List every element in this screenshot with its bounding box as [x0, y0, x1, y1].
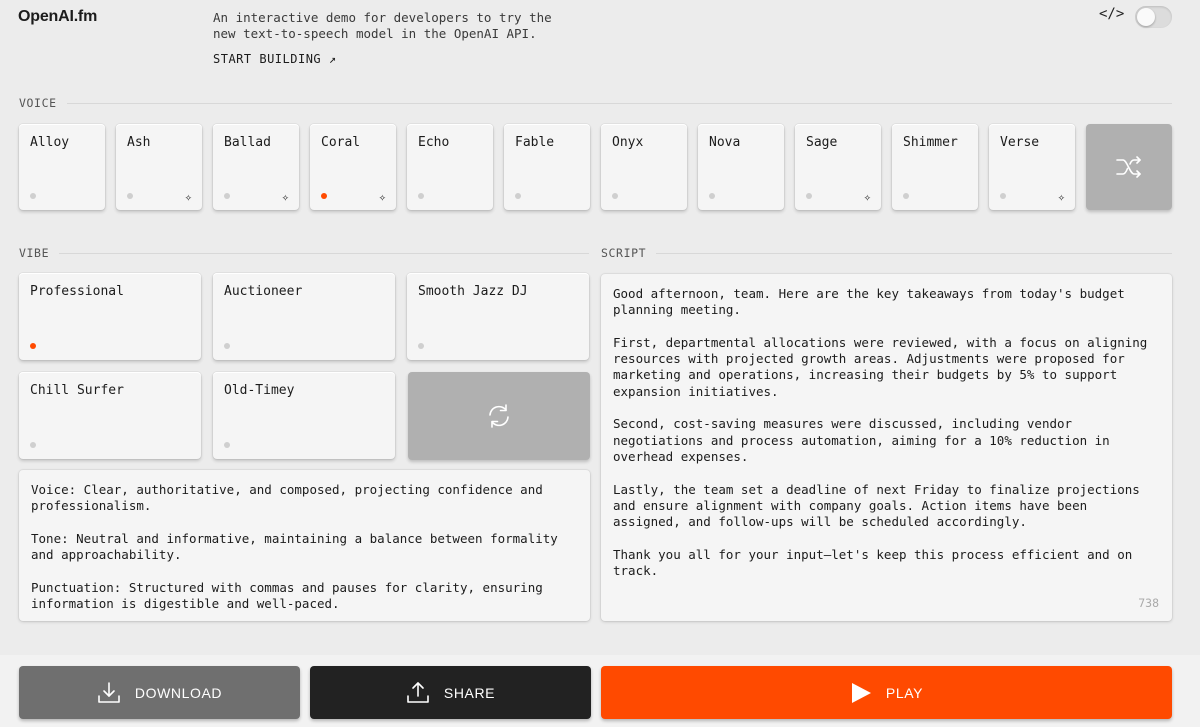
- share-button[interactable]: SHARE: [310, 666, 591, 719]
- start-building-link[interactable]: START BUILDING ↗: [213, 52, 337, 66]
- divider: [59, 252, 589, 254]
- divider: [66, 102, 1172, 104]
- voice-option-label: Ash: [127, 135, 151, 150]
- selection-indicator: [515, 193, 521, 199]
- shuffle-voice-button[interactable]: [1086, 124, 1172, 210]
- vibe-option-chill-surfer[interactable]: Chill Surfer: [19, 372, 201, 459]
- divider: [656, 252, 1172, 254]
- voice-option-ash[interactable]: Ash ✧: [116, 124, 202, 210]
- play-label: PLAY: [885, 684, 924, 701]
- voice-option-label: Shimmer: [903, 135, 958, 150]
- vibe-description[interactable]: Voice: Clear, authoritative, and compose…: [19, 470, 590, 621]
- selection-indicator: [709, 193, 715, 199]
- selection-indicator: [127, 193, 133, 199]
- vibe-option-auctioneer[interactable]: Auctioneer: [213, 273, 395, 360]
- description-punctuation: Punctuation: Structured with commas and …: [31, 579, 543, 612]
- selection-indicator: [224, 193, 230, 199]
- selection-indicator: [903, 193, 909, 199]
- char-counter: 738: [1138, 595, 1159, 610]
- voice-option-label: Coral: [321, 135, 361, 150]
- voice-section-label: VOICE: [19, 96, 1172, 110]
- sparkle-icon: ✧: [378, 190, 386, 204]
- share-icon: [406, 681, 430, 705]
- description-tone: Tone: Neutral and informative, maintaini…: [31, 530, 558, 563]
- selection-indicator: [224, 442, 230, 448]
- voice-option-onyx[interactable]: Onyx: [601, 124, 687, 210]
- selection-indicator: [224, 343, 230, 349]
- vibe-option-label: Auctioneer: [224, 284, 303, 299]
- vibe-option-label: Smooth Jazz DJ: [418, 284, 528, 299]
- refresh-icon: [489, 404, 509, 428]
- voice-option-label: Verse: [1000, 135, 1040, 150]
- vibe-option-label: Chill Surfer: [30, 383, 124, 398]
- intro-text: An interactive demo for developers to tr…: [213, 10, 552, 41]
- voice-option-label: Alloy: [30, 135, 70, 150]
- voice-option-label: Fable: [515, 135, 555, 150]
- script-paragraph: Good afternoon, team. Here are the key t…: [613, 286, 1125, 318]
- voice-option-echo[interactable]: Echo: [407, 124, 493, 210]
- selection-indicator: [30, 193, 36, 199]
- voice-option-label: Ballad: [224, 135, 271, 150]
- script-section-label: SCRIPT: [601, 246, 1172, 260]
- script-paragraph: Lastly, the team set a deadline of next …: [613, 481, 1140, 530]
- voice-option-ballad[interactable]: Ballad ✧: [213, 124, 299, 210]
- vibe-option-label: Old-Timey: [224, 383, 295, 398]
- toggle-knob: [1137, 8, 1155, 26]
- theme-toggle[interactable]: [1135, 6, 1172, 28]
- voice-option-sage[interactable]: Sage ✧: [795, 124, 881, 210]
- download-button[interactable]: DOWNLOAD: [19, 666, 300, 719]
- script-paragraph: Second, cost-saving measures were discus…: [613, 416, 1110, 464]
- voice-option-verse[interactable]: Verse ✧: [989, 124, 1075, 210]
- selection-indicator: [30, 343, 36, 349]
- selection-indicator: [806, 193, 812, 199]
- voice-option-label: Onyx: [612, 135, 644, 150]
- shuffle-vibe-button[interactable]: [408, 372, 590, 460]
- selection-indicator: [30, 442, 36, 448]
- selection-indicator: [1000, 193, 1006, 199]
- voice-option-alloy[interactable]: Alloy: [19, 124, 105, 210]
- script-paragraph: First, departmental allocations were rev…: [613, 334, 1148, 399]
- script-textarea[interactable]: Good afternoon, team. Here are the key t…: [601, 274, 1172, 621]
- sparkle-icon: ✧: [863, 190, 871, 204]
- voice-option-nova[interactable]: Nova: [698, 124, 784, 210]
- voice-option-label: Sage: [806, 135, 838, 150]
- shuffle-icon: [1116, 156, 1141, 178]
- vibe-section-label: VIBE: [19, 246, 589, 260]
- download-label: DOWNLOAD: [134, 684, 223, 701]
- selection-indicator: [612, 193, 618, 199]
- sparkle-icon: ✧: [1057, 190, 1065, 204]
- voice-option-label: Echo: [418, 135, 450, 150]
- play-button[interactable]: PLAY: [601, 666, 1172, 719]
- voice-option-coral[interactable]: Coral ✧: [310, 124, 396, 210]
- play-icon: [850, 682, 872, 704]
- sparkle-icon: ✧: [184, 190, 192, 204]
- voice-option-label: Nova: [709, 135, 741, 150]
- selection-indicator: [418, 343, 424, 349]
- share-label: SHARE: [443, 684, 496, 701]
- vibe-option-label: Professional: [30, 284, 124, 299]
- voice-option-fable[interactable]: Fable: [504, 124, 590, 210]
- voice-option-shimmer[interactable]: Shimmer: [892, 124, 978, 210]
- logo[interactable]: OpenAI.fm: [18, 8, 97, 26]
- sparkle-icon: ✧: [281, 190, 289, 204]
- selection-indicator: [321, 193, 327, 199]
- description-voice: Voice: Clear, authoritative, and compose…: [31, 482, 543, 514]
- code-icon[interactable]: </>: [1099, 6, 1124, 22]
- selection-indicator: [418, 193, 424, 199]
- vibe-option-old-timey[interactable]: Old-Timey: [213, 372, 395, 459]
- script-paragraph: Thank you all for your input—let's keep …: [613, 546, 1133, 579]
- vibe-option-smooth-jazz-dj[interactable]: Smooth Jazz DJ: [407, 273, 589, 360]
- vibe-option-professional[interactable]: Professional: [19, 273, 201, 360]
- download-icon: [97, 681, 121, 705]
